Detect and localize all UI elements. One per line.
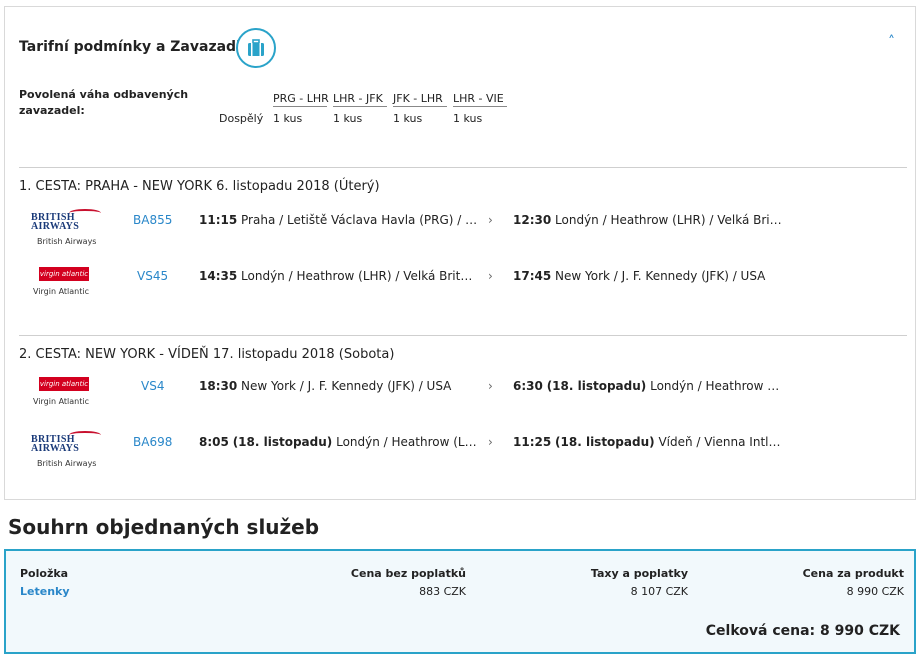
column-product-price: Cena za produkt [802,567,904,580]
baggage-route: LHR - JFK [333,92,387,107]
departure: 11:15 Praha / Letiště Václava Havla (PRG… [199,213,479,227]
flight-number-link[interactable]: BA698 [133,435,172,449]
departure-date: (18. listopadu) [232,435,333,449]
baggage-leg: PRG - LHR 1 kus [273,92,329,125]
flight-number-link[interactable]: VS45 [137,269,168,283]
section-title: Tarifní podmínky a Zavazadla [19,39,251,55]
departure-time: 11:15 [199,213,238,227]
baggage-leg: JFK - LHR 1 kus [393,92,447,125]
baggage-leg: LHR - JFK 1 kus [333,92,387,125]
arrival-date: (18. listopadu) [546,379,647,393]
baggage-leg: LHR - VIE 1 kus [453,92,507,125]
arrival: 11:25 (18. listopadu) Vídeň / Vienna Int… [513,435,783,449]
column-base-price: Cena bez poplatků [350,567,466,580]
airline-name: British Airways [37,237,97,246]
arrival-time: 12:30 [513,213,552,227]
flight-segment: virgin atlantic Virgin Atlantic VS45 14:… [23,263,903,303]
british-airways-logo: BRITISH AIRWAYS British Airways [29,429,105,469]
departure: 8:05 (18. listopadu) Londýn / Heathrow (… [199,435,479,449]
item-link-tickets[interactable]: Letenky [20,585,70,598]
departure-time: 8:05 [199,435,229,449]
arrival: 12:30 Londýn / Heathrow (LHR) / Velká Br… [513,213,783,227]
departure: 18:30 New York / J. F. Kennedy (JFK) / U… [199,379,479,393]
baggage-table: PRG - LHR 1 kus LHR - JFK 1 kus JFK - LH… [273,92,507,125]
airline-wordmark: virgin atlantic [39,267,89,281]
british-airways-logo: BRITISH AIRWAYS British Airways [29,207,105,247]
departure-time: 18:30 [199,379,238,393]
baggage-allowance: 1 kus [453,112,483,125]
order-summary: Položka Cena bez poplatků Taxy a poplatk… [4,549,916,654]
column-item: Položka [20,567,69,580]
virgin-atlantic-logo: virgin atlantic Virgin Atlantic [29,373,105,413]
arrival-place: Londýn / Heathrow (LHR) / Velká Británie [555,213,783,227]
chevron-up-icon[interactable]: ˄ [888,35,895,49]
airline-name: British Airways [37,459,97,468]
departure-place: Londýn / Heathrow (LHR) / Velká Británie [241,269,479,283]
summary-title: Souhrn objednaných služeb [8,515,320,539]
arrival: 17:45 New York / J. F. Kennedy (JFK) / U… [513,269,783,283]
passenger-type: Dospělý [219,112,264,125]
baggage-allowance: 1 kus [393,112,423,125]
column-taxes: Taxy a poplatky [590,567,688,580]
arrival-time: 17:45 [513,269,552,283]
airline-name: Virgin Atlantic [33,287,90,296]
arrival-time: 11:25 [513,435,552,449]
chevron-right-icon: › [488,379,493,393]
baggage-route: PRG - LHR [273,92,329,107]
virgin-atlantic-logo: virgin atlantic Virgin Atlantic [29,263,105,303]
baggage-allowance: 1 kus [273,112,303,125]
departure-place: Londýn / Heathrow (LHR) … [336,435,479,449]
departure-place: Praha / Letiště Václava Havla (PRG) / Če… [241,213,479,227]
arrival-place: New York / J. F. Kennedy (JFK) / USA [555,269,766,283]
flight-number-link[interactable]: BA855 [133,213,172,227]
airline-name: Virgin Atlantic [33,397,90,406]
chevron-right-icon: › [488,213,493,227]
total-price: Celková cena: 8 990 CZK [705,623,900,639]
departure: 14:35 Londýn / Heathrow (LHR) / Velká Br… [199,269,479,283]
trip-title: 1. CESTA: PRAHA - NEW YORK 6. listopadu … [19,179,380,194]
airline-wordmark: virgin atlantic [39,377,89,391]
arrival-place: Londýn / Heathrow (LHR) … [650,379,783,393]
divider [19,167,907,168]
flight-segment: BRITISH AIRWAYS British Airways BA698 8:… [23,429,903,469]
flight-segment: BRITISH AIRWAYS British Airways BA855 11… [23,207,903,247]
arrival-place: Vídeň / Vienna Intl. (VIE) … [658,435,783,449]
suitcase-icon [236,28,276,68]
arrival-date: (18. listopadu) [555,435,655,449]
baggage-allowance-label: Povolená váha odbavených zavazadel: [19,88,189,117]
taxes-value: 8 107 CZK [630,585,688,598]
divider [19,335,907,336]
baggage-route: LHR - VIE [453,92,507,107]
trip-title: 2. CESTA: NEW YORK - VÍDEŇ 17. listopadu… [19,347,395,362]
departure-place: New York / J. F. Kennedy (JFK) / USA [241,379,452,393]
baggage-route: JFK - LHR [393,92,447,107]
departure-time: 14:35 [199,269,238,283]
product-price-value: 8 990 CZK [846,585,904,598]
baggage-allowance: 1 kus [333,112,363,125]
arrival-time: 6:30 [513,379,543,393]
flight-segment: virgin atlantic Virgin Atlantic VS4 18:3… [23,373,903,413]
fare-conditions-card: Tarifní podmínky a Zavazadla ˄ Povolená … [4,6,916,500]
chevron-right-icon: › [488,269,493,283]
base-price-value: 883 CZK [419,585,466,598]
arrival: 6:30 (18. listopadu) Londýn / Heathrow (… [513,379,783,393]
chevron-right-icon: › [488,435,493,449]
flight-number-link[interactable]: VS4 [141,379,164,393]
